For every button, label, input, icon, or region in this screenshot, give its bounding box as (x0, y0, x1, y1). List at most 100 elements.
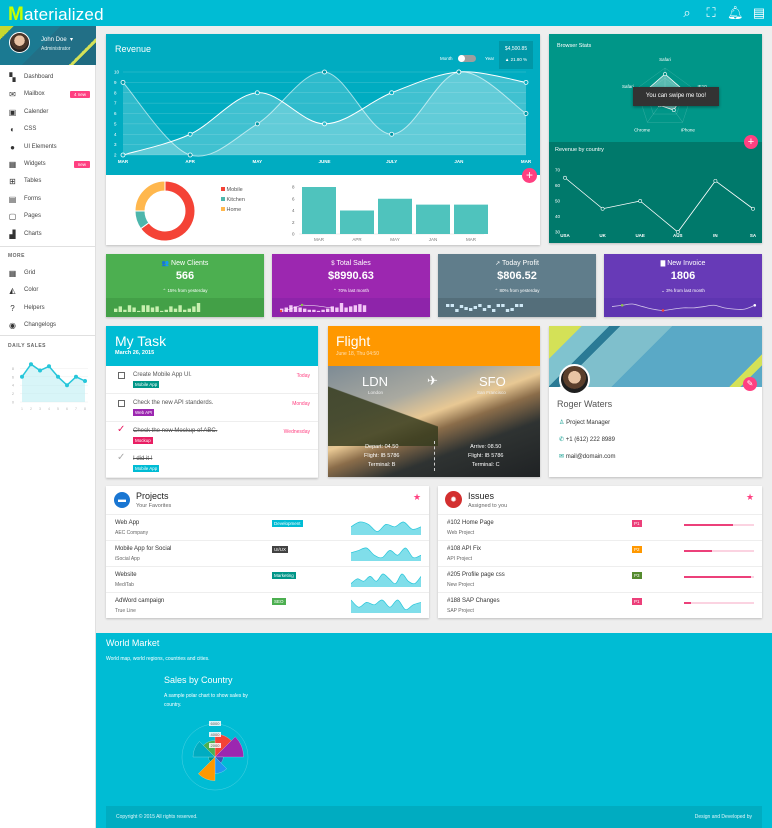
bar (378, 198, 412, 234)
add-fab-button[interactable]: + (522, 168, 537, 183)
radar-label: Chrome (634, 128, 651, 133)
spark-bar (316, 310, 321, 312)
profile-email[interactable]: ✉ mail@domain.com (559, 453, 615, 460)
chat-icon[interactable]: ▤ (751, 5, 767, 21)
fullscreen-icon[interactable]: ⛶ (703, 5, 719, 21)
issue-row[interactable]: #188 SAP Changes SAP Project P1 (438, 592, 762, 618)
sidebar-item-color[interactable]: ◭ Color (0, 283, 96, 299)
projects-card: ▬ Projects Your Favorites ★ Web App AEC … (106, 486, 429, 618)
legend-item: Home (221, 205, 245, 215)
chevron-up-icon: ⌃ (162, 288, 167, 293)
spark-bar (114, 308, 118, 312)
area (22, 364, 85, 402)
sidebar-item-forms[interactable]: ▤ Forms (0, 192, 96, 208)
sidebar-item-tables[interactable]: ⊞ Tables (0, 174, 96, 190)
profile-job: ♙ Project Manager (559, 420, 611, 426)
logo[interactable]: Materialized (8, 4, 104, 26)
revenue-card: Revenue Month Year $4,500.85 ▲ 21.80 % 2… (106, 34, 540, 245)
avatar (9, 32, 30, 53)
sidebar-item-dashboard[interactable]: ▚ Dashboard (0, 70, 96, 86)
x-tick-label: APR (185, 159, 195, 164)
spark-point (620, 303, 624, 307)
y-tick-label: 2 (114, 153, 117, 158)
spark-bar (307, 309, 311, 312)
spark-bar (459, 305, 464, 308)
data-point (120, 79, 126, 85)
y-tick-label: 6 (114, 111, 117, 116)
country-line (564, 177, 754, 233)
checkmark-icon[interactable]: ✓ (117, 452, 125, 463)
spark-bar (358, 304, 362, 312)
issue-progress-bar (684, 550, 754, 552)
sidebar: John Doe ▾ Administrator ▚ Dashboard ✉ Mail… (0, 26, 96, 828)
task-item[interactable]: Create Mobile App UI. Mobile App Today (106, 366, 318, 394)
stat-title: Today Profit (501, 260, 539, 267)
pages-icon: ▢ (8, 212, 17, 222)
y-tick-label: 8 (292, 185, 295, 190)
profile-phone[interactable]: ✆ +1 (612) 222 8989 (559, 436, 615, 443)
legend-item: Kitchen (221, 195, 245, 205)
data-point (47, 364, 51, 369)
polar-segment (197, 756, 216, 781)
y-tick-label: 40 (555, 214, 561, 219)
y-tick-label: 50 (555, 199, 561, 204)
folder-icon: ▬ (114, 492, 130, 508)
spark-bar (515, 304, 519, 307)
x-tick-label: USA (560, 233, 570, 238)
bar-chart: 0 2 4 6 8 MAR APR MAY JAN MAR (292, 185, 488, 242)
stat-value: 1806 (670, 270, 696, 282)
sidebar-item-ui-elements[interactable]: ● UI Elements (0, 140, 96, 156)
task-checkbox[interactable] (118, 400, 125, 407)
task-item[interactable]: ✓ Check the new Mockup of ABC. Mockup We… (106, 422, 318, 450)
spark-bar (312, 309, 316, 312)
checkmark-icon[interactable]: ✓ (117, 424, 125, 435)
top-header: Materialized ⌕ ⛶ 🔔︎ ▤ (0, 0, 772, 26)
data-point (663, 72, 667, 76)
spark-bar (505, 309, 510, 312)
project-row[interactable]: Mobile App for Social iSocial App UI/UX (106, 540, 429, 566)
data-point (254, 90, 260, 96)
edit-fab-button[interactable]: ✎ (743, 377, 757, 391)
stat-change: ⌃ 80% from yesterday (494, 288, 540, 293)
sidebar-item-widgets[interactable]: ▦ Widgets new (0, 157, 96, 173)
sidebar-item-helpers[interactable]: ? Helpers (0, 301, 96, 317)
project-row[interactable]: AdWord campaign True Line SEO (106, 592, 429, 618)
issue-row[interactable]: #108 API Fix API Project P2 (438, 540, 762, 566)
sidebar-item-pages[interactable]: ▢ Pages (0, 209, 96, 225)
task-due: Wednesday (283, 429, 310, 435)
spark-bar (123, 309, 127, 312)
issue-row[interactable]: #205 Profile page css New Project P3 (438, 566, 762, 592)
y-tick-label: 10 (114, 70, 120, 75)
sparkline (438, 298, 596, 317)
project-sparkline (351, 521, 421, 535)
sidebar-item-calender[interactable]: ▣ Calender (0, 105, 96, 121)
project-row[interactable]: Web App AEC Company Development (106, 514, 429, 540)
issue-row[interactable]: #102 Home Page Web Project P1 (438, 514, 762, 540)
y-tick-label: 6 (12, 375, 14, 379)
project-row[interactable]: Website MediTab Marketing (106, 566, 429, 592)
bell-icon[interactable]: 🔔︎ (727, 5, 744, 21)
star-icon[interactable]: ★ (413, 492, 421, 503)
task-item[interactable]: ✓ I did it ! Mobile App (106, 450, 318, 478)
add-fab-button[interactable]: + (744, 135, 758, 149)
stat-value: $806.52 (497, 270, 537, 282)
calendar-icon: ▣ (8, 107, 17, 117)
sidebar-item-charts[interactable]: ▟ Charts (0, 227, 96, 243)
user-name-dropdown[interactable]: John Doe ▾ (41, 36, 73, 43)
priority-badge: P2 (632, 546, 642, 553)
search-icon[interactable]: ⌕ (679, 5, 695, 21)
sidebar-item-mailbox[interactable]: ✉ Mailbox 4 new (0, 87, 96, 103)
spark-bar (141, 305, 145, 312)
sidebar-item-grid[interactable]: ▦ Grid (0, 266, 96, 282)
issue-project: SAP Project (447, 608, 474, 614)
task-text: Create Mobile App UI. (133, 372, 192, 378)
task-item[interactable]: Check the new API standerds. Web API Mon… (106, 394, 318, 422)
color-fill-icon: ◭ (9, 286, 16, 296)
sidebar-item-changelogs[interactable]: ◉ Changelogs (0, 318, 96, 334)
task-checkbox[interactable] (118, 372, 125, 379)
polar-tick-label: 4000 (211, 732, 221, 737)
star-icon[interactable]: ★ (746, 492, 754, 503)
y-tick-label: 6 (292, 196, 295, 201)
x-tick-label: 3 (39, 407, 41, 411)
sidebar-item-css[interactable]: ◐ CSS (0, 122, 96, 138)
